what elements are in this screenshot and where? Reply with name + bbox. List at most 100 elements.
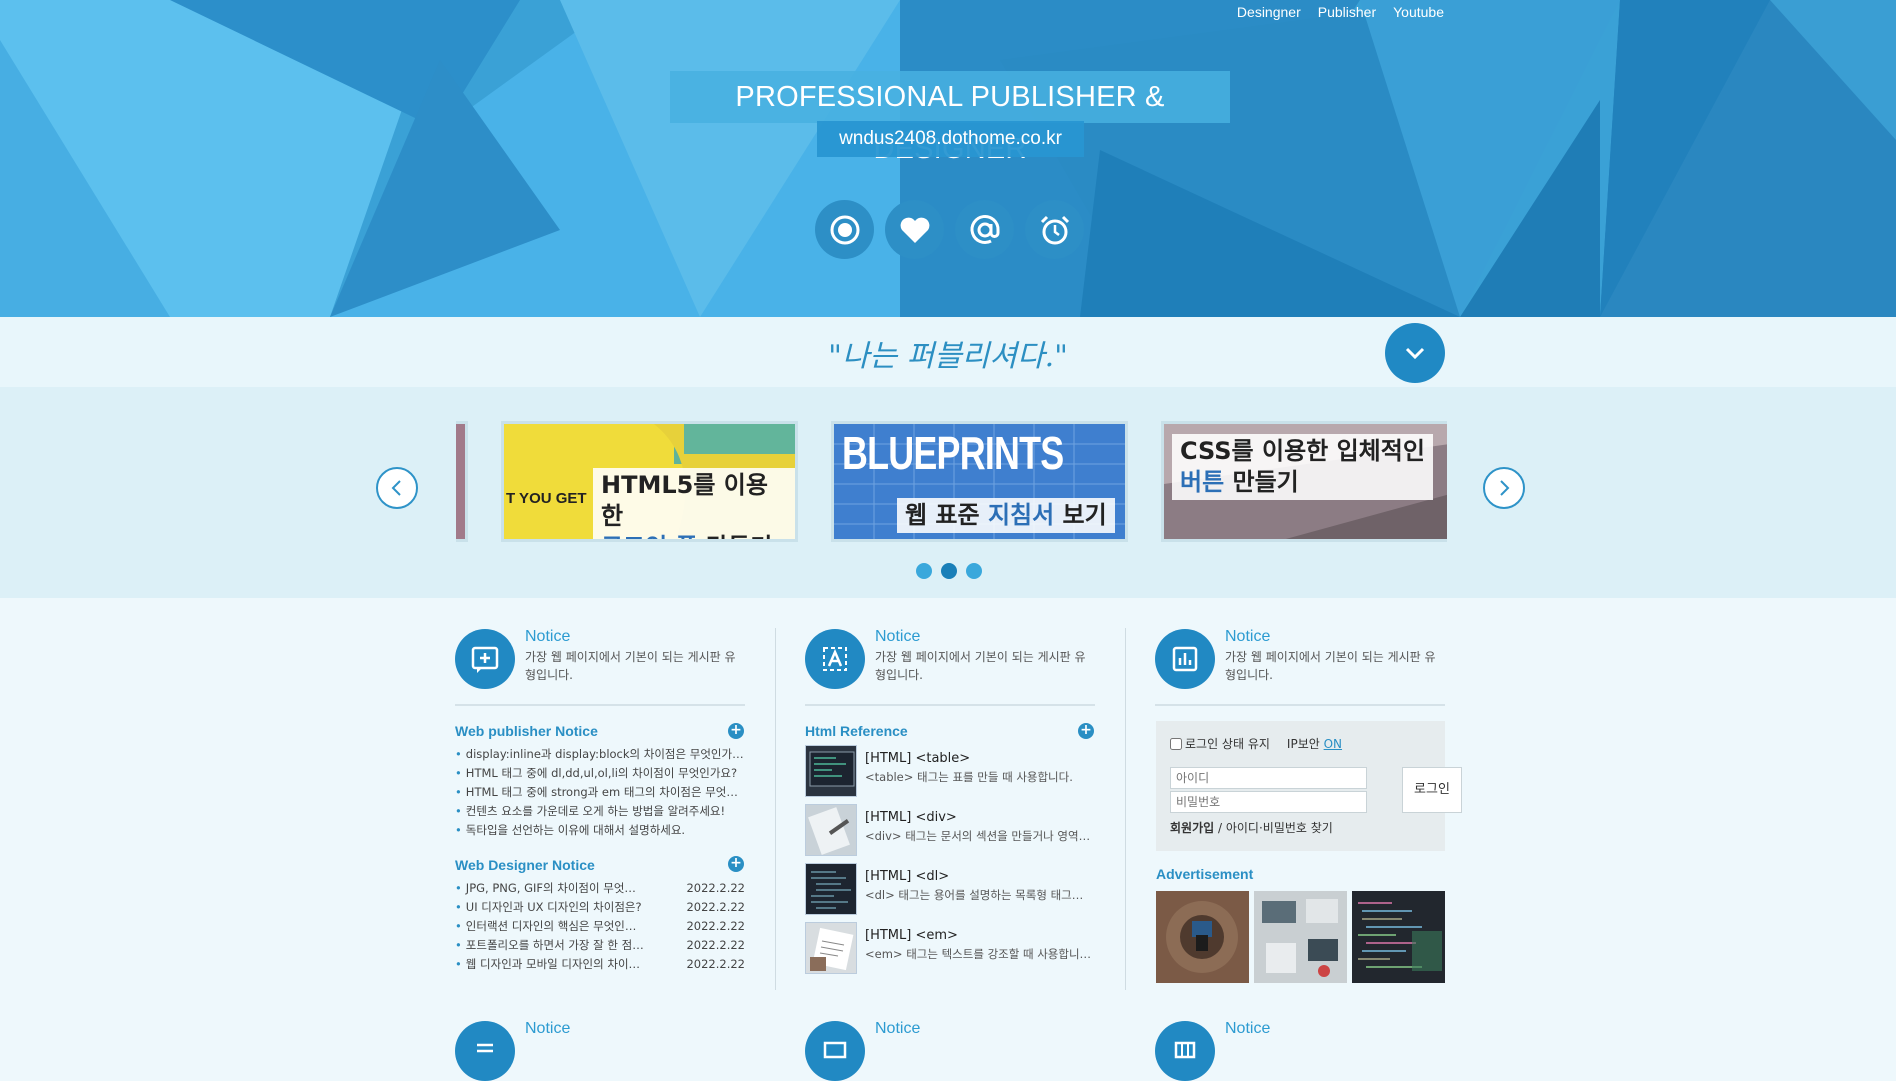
reference-thumbnail <box>805 863 857 915</box>
list-item-date: 2022.2.22 <box>686 881 745 895</box>
caption-highlight: 지침서 <box>987 501 1055 529</box>
designer-notice-list: JPG, PNG, GIF의 차이점이 무엇인가요? 2022.2.22 UI 디… <box>455 879 745 974</box>
reference-item[interactable]: [HTML] <div> <div> 태그는 문서의 섹션을 만들거나 영역을 … <box>805 804 1097 856</box>
list-item-link[interactable]: 인터랙션 디자인의 핵심은 무엇인가요? <box>455 917 645 936</box>
reference-thumbnail <box>805 922 857 974</box>
login-password-input[interactable] <box>1170 791 1367 813</box>
list-item-link[interactable]: 포트폴리오를 하면서 가장 잘 한 점은? <box>455 936 645 955</box>
ip-security-label: IP보안 <box>1286 737 1320 751</box>
advertisement-image[interactable] <box>1254 891 1347 983</box>
notice-desc: 가장 웹 페이지에서 기본이 되는 게시판 유형입니다. <box>875 650 1086 682</box>
slogan-bar: "나는 퍼블리셔다." <box>0 317 1896 387</box>
keep-login-checkbox[interactable] <box>1170 737 1182 750</box>
slide-caption: 웹 표준 지침서 보기 <box>897 498 1115 533</box>
list-item-link[interactable]: 웹 디자인과 모바일 디자인의 차이점은? <box>455 955 645 974</box>
bottom-notice-3: Notice <box>1155 1020 1270 1081</box>
alarm-icon[interactable] <box>1025 200 1084 259</box>
reference-more-plus-icon[interactable]: + <box>1078 723 1094 739</box>
nav-link-youtube[interactable]: Youtube <box>1393 4 1444 20</box>
notice-desc: 가장 웹 페이지에서 기본이 되는 게시판 유형입니다. <box>525 650 736 682</box>
at-icon[interactable] <box>955 200 1014 259</box>
notice-title[interactable]: Notice <box>1225 628 1445 646</box>
hero-url: wndus2408.dothome.co.kr <box>817 121 1084 157</box>
publisher-notice-title[interactable]: Web publisher Notice <box>455 723 598 739</box>
notice-title[interactable]: Notice <box>525 628 745 646</box>
caption-line: CSS를 이용한 입체적인 <box>1180 437 1425 465</box>
slide-html5-login[interactable]: T YOU GET HTML5를 이용한 로그인 폼 만들기 <box>501 421 798 542</box>
record-icon[interactable] <box>815 200 874 259</box>
bar-chart-icon <box>1155 629 1215 689</box>
nav-link-designer[interactable]: Desingner <box>1237 4 1301 20</box>
text-frame-icon <box>805 629 865 689</box>
slide-image-text: T YOU GET <box>506 490 587 507</box>
list-item-link[interactable]: display:inline과 display:block의 차이점은 무엇인가… <box>455 745 745 764</box>
ip-security: IP보안 ON <box>1287 735 1342 752</box>
login-button[interactable]: 로그인 <box>1402 767 1462 813</box>
list-item: 포트폴리오를 하면서 가장 잘 한 점은? 2022.2.22 <box>455 936 745 955</box>
scroll-down-button[interactable] <box>1385 323 1445 383</box>
add-box-icon <box>455 629 515 689</box>
list-item-link[interactable]: HTML 태그 중에 dl,dd,ul,ol,li의 차이점이 무엇인가요? <box>455 764 737 783</box>
designer-more-plus-icon[interactable]: + <box>728 856 744 872</box>
caption-highlight: 버튼 <box>1180 468 1225 496</box>
list-item-date: 2022.2.22 <box>686 919 745 933</box>
notice-title[interactable]: Notice <box>875 628 1095 646</box>
list-item: 인터랙션 디자인의 핵심은 무엇인가요? 2022.2.22 <box>455 917 745 936</box>
caption-text: 만들기 <box>698 533 772 539</box>
notice-header-3: Notice 가장 웹 페이지에서 기본이 되는 게시판 유형입니다. <box>1155 628 1445 698</box>
divider <box>805 704 1095 706</box>
list-item: 컨텐츠 요소를 가운데로 오게 하는 방법을 알려주세요! <box>455 802 745 821</box>
divider <box>455 704 745 706</box>
notice-title[interactable]: Notice <box>525 1020 570 1038</box>
list-item-link[interactable]: UI 디자인과 UX 디자인의 차이점은? <box>455 898 642 917</box>
keep-login-row: 로그인 상태 유지 IP보안 ON <box>1170 735 1342 752</box>
list-item: HTML 태그 중에 dl,dd,ul,ol,li의 차이점이 무엇인가요? <box>455 764 745 783</box>
caption-text: 웹 표준 <box>905 501 988 529</box>
slide-caption: HTML5를 이용한 로그인 폼 만들기 <box>593 468 795 539</box>
reference-item[interactable]: [HTML] <table> <table> 태그는 표를 만들 때 사용합니다… <box>805 745 1097 797</box>
chevron-down-icon <box>1405 347 1425 360</box>
caption-text: 만들기 <box>1224 468 1299 496</box>
ip-security-toggle[interactable]: ON <box>1324 737 1342 751</box>
hero-icon-row <box>815 200 1084 259</box>
reference-desc: <dl> 태그는 용어를 설명하는 목록형 태그입니다. <box>865 888 1093 902</box>
hero-banner: Desingner Publisher Youtube PROFESSIONAL… <box>0 0 1896 317</box>
notice-title[interactable]: Notice <box>1225 1020 1270 1038</box>
slogan-text: "나는 퍼블리셔다." <box>828 339 1068 374</box>
reference-item[interactable]: [HTML] <dl> <dl> 태그는 용어를 설명하는 목록형 태그입니다. <box>805 863 1097 915</box>
list-item: 웹 디자인과 모바일 디자인의 차이점은? 2022.2.22 <box>455 955 745 974</box>
hero-title: PROFESSIONAL PUBLISHER & DESIGNER <box>670 71 1230 165</box>
nav-link-publisher[interactable]: Publisher <box>1318 4 1376 20</box>
slider-dot-active[interactable] <box>941 563 957 579</box>
publisher-more-plus-icon[interactable]: + <box>728 723 744 739</box>
designer-notice-title[interactable]: Web Designer Notice <box>455 857 595 873</box>
advertisement-image[interactable] <box>1156 891 1249 983</box>
slide-css-button[interactable]: CSS를 이용한 입체적인 버튼 만들기 <box>1161 421 1447 542</box>
list-item-link[interactable]: 독타입을 선언하는 이유에 대해서 설명하세요. <box>455 821 685 840</box>
advertisement-image[interactable] <box>1352 891 1445 983</box>
html-reference-title[interactable]: Html Reference <box>805 723 908 739</box>
find-account-link[interactable]: 아이디·비밀번호 찾기 <box>1226 821 1333 835</box>
slider-next-button[interactable] <box>1483 467 1525 509</box>
notice-desc: 가장 웹 페이지에서 기본이 되는 게시판 유형입니다. <box>1225 650 1436 682</box>
slider-dot[interactable] <box>966 563 982 579</box>
list-item-link[interactable]: JPG, PNG, GIF의 차이점이 무엇인가요? <box>455 879 645 898</box>
chevron-right-icon <box>1500 480 1510 496</box>
list-item: UI 디자인과 UX 디자인의 차이점은? 2022.2.22 <box>455 898 745 917</box>
divider <box>1155 704 1445 706</box>
reference-title: [HTML] <div> <box>865 810 957 825</box>
heart-icon[interactable] <box>885 200 944 259</box>
slide-caption: CSS를 이용한 입체적인 버튼 만들기 <box>1172 434 1433 500</box>
reference-title: [HTML] <em> <box>865 928 958 943</box>
login-id-input[interactable] <box>1170 767 1367 789</box>
notice-title[interactable]: Notice <box>875 1020 920 1038</box>
slider-prev-button[interactable] <box>376 467 418 509</box>
reference-item[interactable]: [HTML] <em> <em> 태그는 텍스트를 강조할 때 사용합니다. <box>805 922 1097 974</box>
slider-dot[interactable] <box>916 563 932 579</box>
list-item-link[interactable]: HTML 태그 중에 strong과 em 태그의 차이점은 무엇인가요? <box>455 783 745 802</box>
slide-web-standard[interactable]: BLUEPRINTS 웹 표준 지침서 보기 <box>831 421 1128 542</box>
join-link[interactable]: 회원가입 <box>1170 821 1214 835</box>
reference-thumbnail <box>805 745 857 797</box>
list-item-link[interactable]: 컨텐츠 요소를 가운데로 오게 하는 방법을 알려주세요! <box>455 802 725 821</box>
list-item-date: 2022.2.22 <box>686 957 745 971</box>
